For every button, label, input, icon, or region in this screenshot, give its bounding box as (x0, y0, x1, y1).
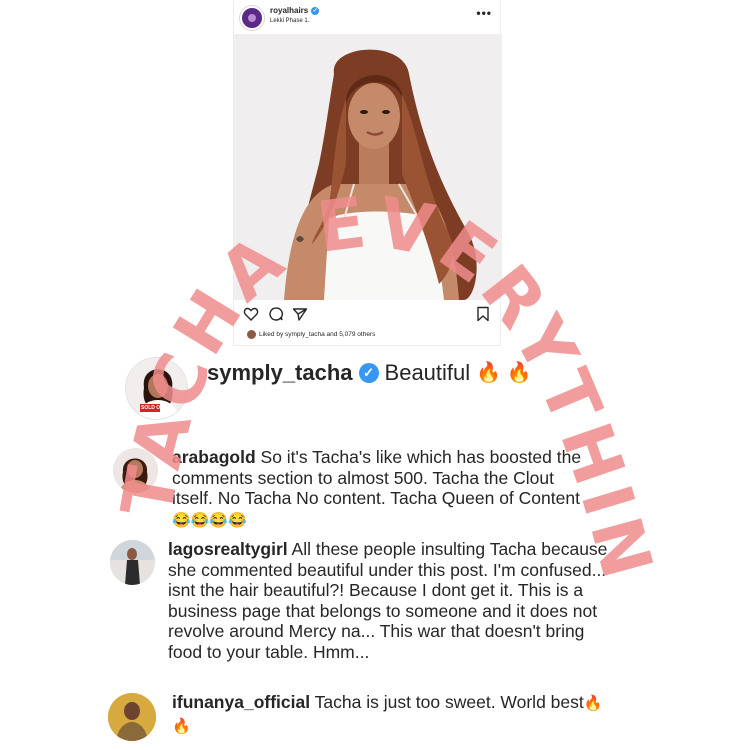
post-username[interactable]: royalhairs (270, 6, 308, 15)
liked-by-text[interactable]: Liked by symply_tacha and 5,079 others (259, 331, 375, 338)
ifunanya-avatar-image (108, 693, 156, 741)
post-username-row[interactable]: royalhairs ✓ (270, 6, 320, 15)
arabagold-avatar[interactable] (113, 448, 158, 493)
comment-icon[interactable] (268, 306, 284, 322)
post-actions (234, 302, 502, 326)
comment-text: Beautiful (384, 360, 471, 385)
arabagold-avatar-image (113, 448, 158, 493)
verified-icon: ✓ (358, 363, 379, 383)
post-header: royalhairs ✓ Lekki Phase 1. ••• (234, 0, 502, 34)
liked-by-avatar (247, 330, 256, 339)
comment-username[interactable]: arabagold (172, 447, 256, 467)
post-photo[interactable] (234, 34, 502, 300)
more-options-icon[interactable]: ••• (476, 6, 492, 20)
liked-by-row[interactable]: Liked by symply_tacha and 5,079 others (247, 330, 375, 339)
laughing-emoji: 😂😂😂😂 (172, 511, 247, 529)
comment-arabagold: arabagold So it's Tacha's like which has… (172, 447, 592, 531)
main-comment: symply_tacha ✓ Beautiful 🔥 🔥 (207, 360, 532, 386)
model-photo (234, 34, 502, 300)
post-avatar[interactable] (240, 6, 264, 30)
comment-lagosrealtygirl: lagosrealtygirl All these people insulti… (168, 539, 608, 662)
bookmark-icon[interactable] (475, 306, 491, 322)
comment-text: Tacha is just too sweet. World best (314, 692, 584, 712)
instagram-post: royalhairs ✓ Lekki Phase 1. ••• (233, 0, 502, 346)
share-icon[interactable] (292, 306, 308, 322)
comment-username[interactable]: symply_tacha (207, 360, 353, 386)
heart-icon[interactable] (243, 306, 259, 322)
lagosrealtygirl-avatar-image (110, 540, 155, 585)
post-location[interactable]: Lekki Phase 1. (270, 18, 309, 24)
verified-icon: ✓ (311, 6, 320, 15)
ifunanya-avatar[interactable] (108, 693, 156, 741)
symply-tacha-avatar[interactable]: SOLD OUT (125, 357, 188, 420)
lagosrealtygirl-avatar[interactable] (110, 540, 155, 585)
comment-username[interactable]: ifunanya_official (172, 692, 310, 712)
comment-ifunanya: ifunanya_official Tacha is just too swee… (172, 692, 622, 737)
comment-username[interactable]: lagosrealtygirl (168, 539, 288, 559)
fire-emoji: 🔥 🔥 (476, 362, 532, 384)
sold-out-badge: SOLD OUT (141, 405, 167, 411)
